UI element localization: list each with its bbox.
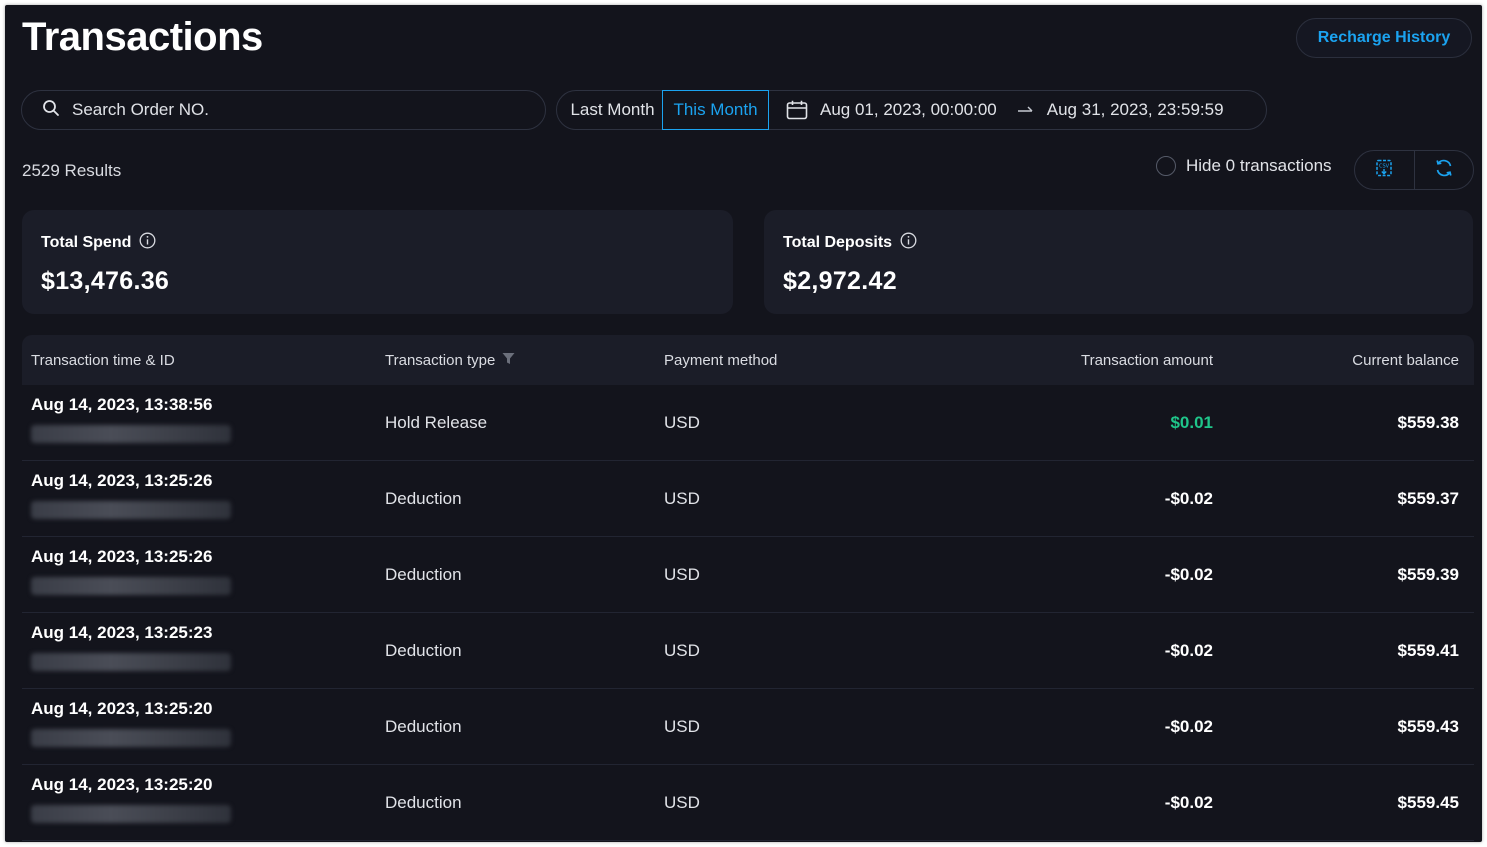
payment-method: USD (664, 640, 700, 660)
transaction-type: Hold Release (385, 412, 488, 432)
search-input[interactable] (72, 100, 492, 120)
total-spend-header: Total Spend (41, 232, 733, 254)
transaction-time: Aug 14, 2023, 13:38:56 (31, 394, 213, 414)
table-row[interactable]: Aug 14, 2023, 13:25:20 Deduction USD -$0… (22, 689, 1474, 765)
this-month-button[interactable]: This Month (662, 90, 769, 130)
transaction-amount: -$0.02 (1164, 640, 1213, 660)
total-spend-label: Total Spend (41, 234, 132, 251)
table-row[interactable]: Aug 14, 2023, 13:25:26 Deduction USD -$0… (22, 461, 1474, 537)
payment-method: USD (664, 488, 700, 508)
current-balance: $559.39 (1397, 564, 1459, 584)
transaction-amount: -$0.02 (1164, 564, 1213, 584)
csv-export-button[interactable]: CSV (1355, 151, 1414, 189)
total-spend-value: $13,476.36 (41, 267, 170, 295)
info-icon[interactable] (139, 232, 156, 254)
recharge-history-button[interactable]: Recharge History (1296, 18, 1472, 58)
transaction-amount: -$0.02 (1164, 716, 1213, 736)
time-id-cell: Aug 14, 2023, 13:25:23 (22, 623, 385, 671)
total-deposits-card: Total Deposits $2,972.42 (764, 210, 1473, 314)
transaction-type: Deduction (385, 792, 462, 812)
hide-zero-radio[interactable] (1156, 156, 1176, 176)
filter-icon[interactable] (502, 352, 515, 369)
time-id-cell: Aug 14, 2023, 13:25:26 (22, 471, 385, 519)
column-header-type-label: Transaction type (385, 351, 496, 369)
transaction-amount: -$0.02 (1164, 488, 1213, 508)
start-date-input[interactable]: Aug 01, 2023, 00:00:00 (820, 100, 997, 120)
hide-zero-label: Hide 0 transactions (1186, 156, 1332, 175)
refresh-icon (1434, 158, 1454, 183)
payment-method: USD (664, 412, 700, 432)
transaction-type: Deduction (385, 564, 462, 584)
time-id-cell: Aug 14, 2023, 13:25:20 (22, 699, 385, 747)
csv-export-icon: CSV (1375, 159, 1393, 182)
date-range-filter: Last Month This Month Aug 01, 2023, 00:0… (556, 90, 1267, 130)
payment-method: USD (664, 564, 700, 584)
transaction-time: Aug 14, 2023, 13:25:26 (31, 546, 213, 566)
time-id-cell: Aug 14, 2023, 13:38:56 (22, 395, 385, 443)
table-row[interactable]: Aug 14, 2023, 13:38:56 Hold Release USD … (22, 385, 1474, 461)
total-deposits-value: $2,972.42 (783, 267, 897, 295)
transaction-id-redacted (31, 652, 231, 671)
current-balance: $559.43 (1397, 716, 1459, 736)
transaction-type: Deduction (385, 640, 462, 660)
arrow-right-icon (1017, 101, 1033, 119)
column-header-method: Payment method (664, 351, 778, 369)
transaction-id-redacted (31, 728, 231, 747)
transaction-time: Aug 14, 2023, 13:25:20 (31, 774, 213, 794)
current-balance: $559.38 (1397, 412, 1459, 432)
refresh-button[interactable] (1413, 151, 1473, 189)
table-header: Transaction time & ID Transaction type P… (22, 335, 1474, 385)
column-header-type: Transaction type (385, 352, 664, 369)
transaction-time: Aug 14, 2023, 13:25:26 (31, 470, 213, 490)
table-actions: CSV (1354, 150, 1474, 190)
transaction-amount: $0.01 (1170, 412, 1213, 432)
total-deposits-label: Total Deposits (783, 234, 893, 251)
transaction-type: Deduction (385, 716, 462, 736)
table-row[interactable]: Aug 14, 2023, 13:25:20 Deduction USD -$0… (22, 765, 1474, 841)
transaction-id-redacted (31, 424, 231, 443)
table-row[interactable]: Aug 14, 2023, 13:25:26 Deduction USD -$0… (22, 537, 1474, 613)
column-header-amount: Transaction amount (1080, 351, 1213, 369)
transaction-type: Deduction (385, 488, 462, 508)
end-date-input[interactable]: Aug 31, 2023, 23:59:59 (1047, 100, 1224, 120)
total-spend-card: Total Spend $13,476.36 (22, 210, 733, 314)
payment-method: USD (664, 716, 700, 736)
transactions-table: Transaction time & ID Transaction type P… (22, 335, 1474, 841)
payment-method: USD (664, 792, 700, 812)
transaction-id-redacted (31, 804, 231, 823)
calendar-icon[interactable] (786, 100, 808, 120)
transaction-time: Aug 14, 2023, 13:25:20 (31, 698, 213, 718)
total-deposits-header: Total Deposits (783, 232, 1473, 254)
column-header-balance: Current balance (1352, 351, 1459, 369)
info-icon[interactable] (900, 232, 917, 254)
column-header-time: Transaction time & ID (31, 351, 175, 369)
page-title: Transactions (22, 15, 263, 59)
results-count: 2529 Results (22, 161, 122, 180)
time-id-cell: Aug 14, 2023, 13:25:26 (22, 547, 385, 595)
transaction-time: Aug 14, 2023, 13:25:23 (31, 622, 213, 642)
transaction-amount: -$0.02 (1164, 792, 1213, 812)
table-row[interactable]: Aug 14, 2023, 13:25:23 Deduction USD -$0… (22, 613, 1474, 689)
transactions-page: Transactions Recharge History Last Month… (5, 5, 1482, 842)
current-balance: $559.45 (1397, 792, 1459, 812)
transaction-id-redacted (31, 500, 231, 519)
svg-text:CSV: CSV (1379, 163, 1390, 169)
search-icon (42, 99, 60, 122)
transaction-id-redacted (31, 576, 231, 595)
time-id-cell: Aug 14, 2023, 13:25:20 (22, 775, 385, 823)
hide-zero-toggle[interactable]: Hide 0 transactions (1156, 156, 1332, 176)
search-box[interactable] (21, 90, 546, 130)
last-month-button[interactable]: Last Month (557, 90, 662, 130)
current-balance: $559.41 (1397, 640, 1459, 660)
current-balance: $559.37 (1397, 488, 1459, 508)
